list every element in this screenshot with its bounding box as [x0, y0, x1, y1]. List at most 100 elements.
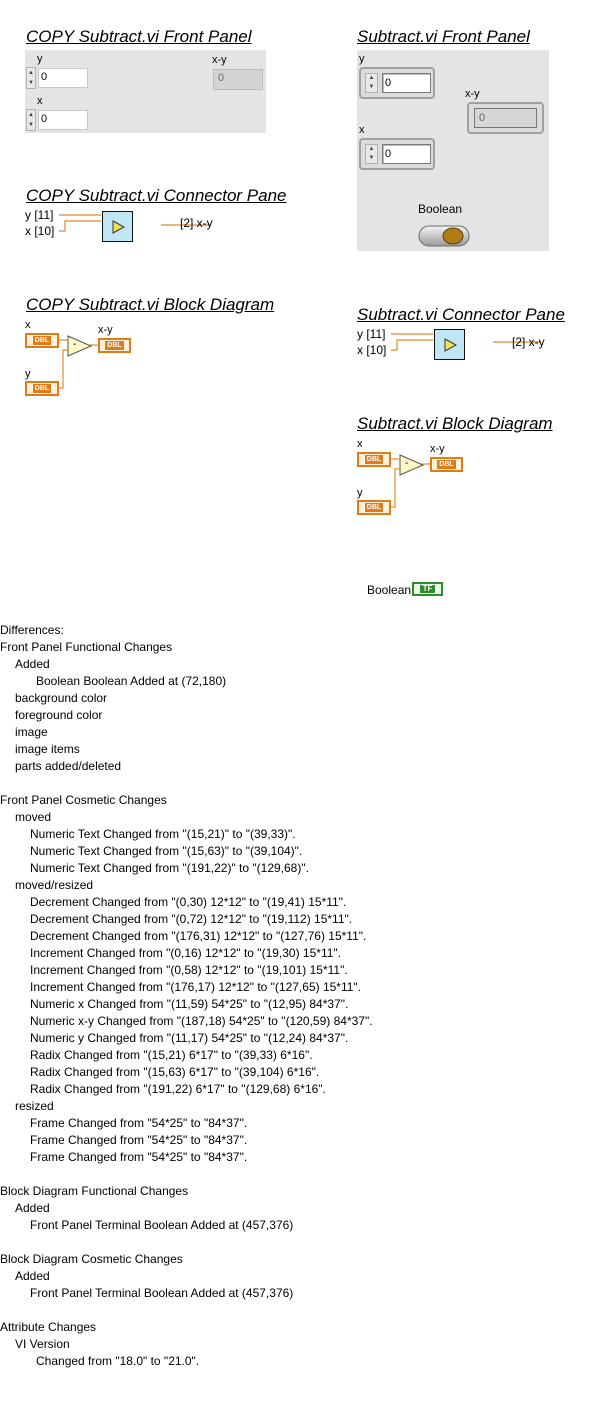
- numeric-x-label: x: [359, 124, 365, 136]
- difference-line: Front Panel Functional Changes: [0, 640, 173, 654]
- connector-pane-icon[interactable]: [102, 211, 133, 242]
- difference-line: image items: [15, 742, 80, 756]
- difference-line: Changed from "18.0" to "21.0".: [36, 1354, 200, 1368]
- difference-line: Numeric x Changed from "(11,59) 54*25" t…: [30, 997, 349, 1011]
- xy-indicator-terminal[interactable]: DBL: [98, 338, 131, 353]
- play-arrow-icon: [444, 337, 457, 352]
- boolean-label: Boolean: [418, 202, 463, 216]
- difference-line: Decrement Changed from "(0,30) 12*12" to…: [30, 895, 347, 909]
- subtract-function-icon[interactable]: [399, 454, 425, 476]
- decrement-icon[interactable]: ▼: [366, 154, 377, 163]
- xy-indicator-terminal[interactable]: DBL: [430, 457, 463, 472]
- numeric-x-label: x: [37, 95, 43, 107]
- numeric-x-input[interactable]: 0: [38, 110, 88, 130]
- difference-line: [0, 1166, 600, 1183]
- connector-pane-icon[interactable]: [434, 329, 465, 360]
- x-control-terminal[interactable]: DBL: [357, 452, 391, 467]
- copy-block-diagram-heading: COPY Subtract.vi Block Diagram: [26, 295, 275, 314]
- x-control-label: x: [357, 438, 363, 450]
- numeric-x-frame: ▲ ▼ 0: [359, 138, 435, 170]
- decrement-icon[interactable]: ▼: [27, 120, 35, 130]
- difference-line: Front Panel Cosmetic Changes: [0, 793, 167, 807]
- numeric-xy-label: x-y: [212, 54, 227, 66]
- differences-list: Differences: Front Panel Functional Chang…: [0, 622, 600, 1370]
- numeric-x-input[interactable]: 0: [382, 144, 431, 164]
- difference-line: Radix Changed from "(15,21) 6*17" to "(3…: [30, 1048, 313, 1062]
- front-panel: y ▲ ▼ 0 x-y 0 x ▲ ▼ 0 Boolean: [357, 50, 549, 251]
- dbl-tag: DBL: [364, 503, 384, 512]
- increment-icon[interactable]: ▲: [366, 145, 377, 154]
- difference-line: Frame Changed from "54*25" to "84*37".: [30, 1116, 248, 1130]
- difference-line: resized: [15, 1099, 54, 1113]
- numeric-y-spinner[interactable]: ▲ ▼: [26, 67, 36, 89]
- connector-output-label: [2] x-y: [512, 335, 545, 349]
- increment-icon[interactable]: ▲: [27, 110, 35, 120]
- xy-indicator-label: x-y: [430, 443, 445, 455]
- difference-line: Decrement Changed from "(0,72) 12*12" to…: [30, 912, 353, 926]
- x-control-terminal[interactable]: DBL: [25, 333, 59, 348]
- numeric-x-spinner[interactable]: ▲ ▼: [26, 109, 36, 131]
- difference-line: image: [15, 725, 48, 739]
- dbl-tag: DBL: [32, 384, 52, 393]
- difference-line: Numeric Text Changed from "(15,21)" to "…: [30, 827, 296, 841]
- difference-line: Frame Changed from "54*25" to "84*37".: [30, 1133, 248, 1147]
- numeric-y-label: y: [359, 53, 365, 65]
- difference-line: Numeric x-y Changed from "(187,18) 54*25…: [30, 1014, 373, 1028]
- difference-line: Block Diagram Cosmetic Changes: [0, 1252, 183, 1266]
- difference-line: Increment Changed from "(0,58) 12*12" to…: [30, 963, 348, 977]
- block-diagram-heading: Subtract.vi Block Diagram: [357, 414, 553, 433]
- subtract-function-icon[interactable]: [67, 335, 93, 357]
- y-control-label: y: [25, 368, 31, 380]
- numeric-xy-frame: 0: [467, 102, 544, 134]
- difference-line: Increment Changed from "(0,16) 12*12" to…: [30, 946, 341, 960]
- dbl-tag: DBL: [32, 336, 52, 345]
- difference-line: Numeric Text Changed from "(191,22)" to …: [30, 861, 309, 875]
- copy-block-diagram: x DBL y DBL - x-y DBL: [25, 318, 165, 400]
- difference-line: Numeric Text Changed from "(15,63)" to "…: [30, 844, 303, 858]
- difference-line: Added: [15, 657, 50, 671]
- difference-line: VI Version: [15, 1337, 70, 1351]
- play-arrow-icon: [112, 219, 125, 234]
- difference-line: [0, 1302, 600, 1319]
- numeric-y-label: y: [37, 53, 43, 65]
- difference-line: foreground color: [15, 708, 103, 722]
- difference-line: [0, 775, 600, 792]
- numeric-y-input[interactable]: 0: [38, 68, 88, 88]
- difference-line: Frame Changed from "54*25" to "84*37".: [30, 1150, 248, 1164]
- numeric-x-spinner[interactable]: ▲ ▼: [365, 144, 378, 164]
- numeric-y-input[interactable]: 0: [382, 73, 431, 93]
- difference-line: Attribute Changes: [0, 1320, 97, 1334]
- front-panel-heading: Subtract.vi Front Panel: [357, 27, 530, 46]
- numeric-xy-indicator: 0: [213, 69, 263, 90]
- copy-front-panel: y ▲ ▼ 0 x ▲ ▼ 0 x-y 0: [25, 50, 266, 133]
- difference-line: moved/resized: [15, 878, 94, 892]
- numeric-y-frame: ▲ ▼ 0: [359, 67, 435, 99]
- tf-tag: TF: [419, 585, 436, 593]
- xy-indicator-label: x-y: [98, 324, 113, 336]
- increment-icon[interactable]: ▲: [366, 74, 377, 83]
- y-control-terminal[interactable]: DBL: [25, 381, 59, 396]
- difference-line: Boolean Boolean Added at (72,180): [36, 674, 227, 688]
- connector-pane-heading: Subtract.vi Connector Pane: [357, 305, 565, 324]
- boolean-toggle-switch[interactable]: [418, 223, 472, 249]
- decrement-icon[interactable]: ▼: [366, 83, 377, 92]
- difference-line: background color: [15, 691, 108, 705]
- difference-line: Radix Changed from "(191,22) 6*17" to "(…: [30, 1082, 326, 1096]
- boolean-terminal-label: Boolean: [367, 583, 412, 597]
- decrement-icon[interactable]: ▼: [27, 78, 35, 88]
- numeric-xy-label: x-y: [465, 88, 480, 100]
- difference-line: Numeric y Changed from "(11,17) 54*25" t…: [30, 1031, 349, 1045]
- difference-line: Radix Changed from "(15,63) 6*17" to "(3…: [30, 1065, 320, 1079]
- numeric-y-spinner[interactable]: ▲ ▼: [365, 73, 378, 93]
- difference-line: Increment Changed from "(176,17) 12*12" …: [30, 980, 362, 994]
- difference-line: Added: [15, 1201, 50, 1215]
- dbl-tag: DBL: [105, 341, 124, 350]
- difference-line: [0, 1234, 600, 1251]
- y-control-terminal[interactable]: DBL: [357, 500, 391, 515]
- boolean-terminal[interactable]: TF: [412, 582, 443, 596]
- connector-y-label: y [11]: [25, 208, 54, 222]
- connector-x-label: x [10]: [357, 343, 387, 357]
- connector-y-label: y [11]: [357, 327, 386, 341]
- increment-icon[interactable]: ▲: [27, 68, 35, 78]
- numeric-xy-indicator: 0: [474, 108, 537, 128]
